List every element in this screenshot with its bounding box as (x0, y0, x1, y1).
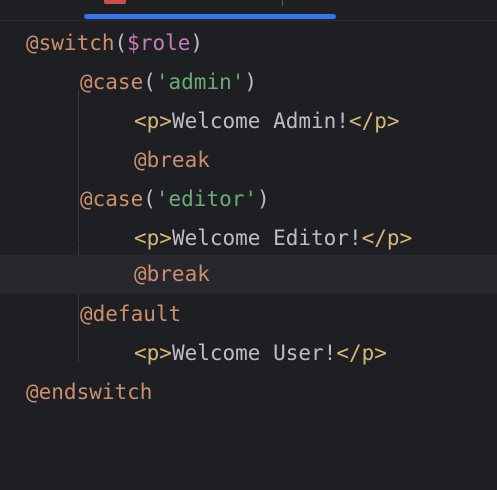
string-literal: 'editor' (155, 187, 258, 211)
directive-endswitch: @endswitch (26, 380, 153, 404)
html-text: Welcome Editor! (171, 226, 362, 250)
html-text: Welcome Admin! (171, 109, 349, 133)
code-line-7-current[interactable]: @break (0, 255, 497, 294)
code-line-6[interactable]: <p>Welcome Editor!</p> (0, 219, 497, 258)
code-line-8[interactable]: @default (0, 295, 497, 334)
active-tab-indicator[interactable] (84, 14, 336, 19)
directive-break: @break (134, 262, 210, 286)
code-line-5[interactable]: @case('editor') (0, 180, 497, 219)
code-line-2[interactable]: @case('admin') (0, 63, 497, 102)
html-close-tag: </p> (348, 109, 400, 133)
file-tab-icon (104, 0, 126, 4)
code-line-9[interactable]: <p>Welcome User!</p> (0, 334, 497, 373)
html-text: Welcome User! (171, 341, 337, 365)
directive-case: @case (80, 70, 144, 94)
html-close-tag: </p> (361, 226, 413, 250)
html-open-tag: <p> (134, 341, 172, 365)
html-close-tag: </p> (336, 341, 387, 365)
tab-separator (282, 0, 283, 6)
code-line-4[interactable]: @break (0, 141, 497, 180)
html-open-tag: <p> (134, 226, 172, 250)
code-line-1[interactable]: @switch($role) (0, 24, 497, 63)
code-line-10[interactable]: @endswitch (0, 373, 497, 412)
directive-break: @break (134, 148, 210, 172)
directive-default: @default (80, 302, 182, 326)
directive-case: @case (80, 187, 144, 211)
code-line-3[interactable]: <p>Welcome Admin!</p> (0, 102, 497, 141)
string-literal: 'admin' (155, 70, 245, 94)
directive-switch: @switch (26, 31, 115, 55)
variable-role: $role (127, 31, 191, 55)
editor-tab-bar (0, 0, 497, 21)
code-editor[interactable]: @switch($role) @case('admin') <p>Welcome… (0, 20, 497, 438)
html-open-tag: <p> (134, 109, 172, 133)
